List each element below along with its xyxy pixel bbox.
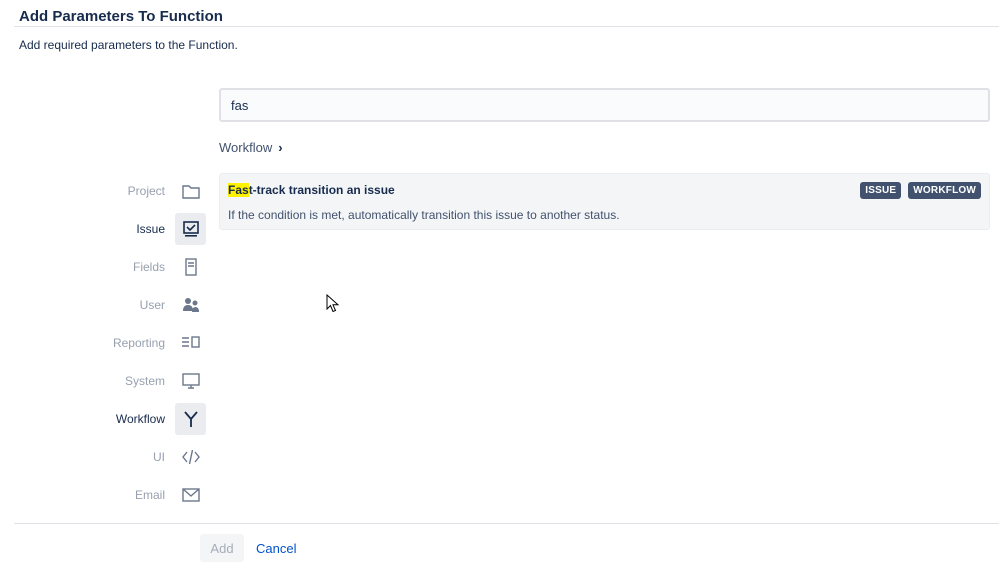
category-label: Email xyxy=(134,488,165,502)
tag-issue: ISSUE xyxy=(860,182,902,199)
category-label: System xyxy=(124,374,165,388)
category-item-ui[interactable]: UI xyxy=(80,441,206,473)
dialog-subtitle: Add required parameters to the Function. xyxy=(19,38,238,52)
footer-divider xyxy=(14,523,999,524)
result-tags: ISSUE WORKFLOW xyxy=(860,182,981,199)
search-box[interactable] xyxy=(219,88,990,122)
category-item-project[interactable]: Project xyxy=(80,175,206,207)
category-label: Workflow xyxy=(115,412,165,426)
folder-icon xyxy=(175,175,206,207)
dialog-title: Add Parameters To Function xyxy=(19,8,223,25)
category-label: User xyxy=(139,298,165,312)
breadcrumb-label[interactable]: Workflow xyxy=(219,140,272,155)
breadcrumb[interactable]: Workflow › xyxy=(219,140,283,155)
category-label: Fields xyxy=(132,260,165,274)
cancel-button[interactable]: Cancel xyxy=(252,534,300,562)
branch-icon xyxy=(175,403,206,435)
monitor-icon xyxy=(175,365,206,397)
category-item-reporting[interactable]: Reporting xyxy=(80,327,206,359)
category-label: UI xyxy=(153,450,165,464)
add-button[interactable]: Add xyxy=(200,534,244,562)
result-title-rest: t-track transition an issue xyxy=(248,183,395,197)
category-item-system[interactable]: System xyxy=(80,365,206,397)
issue-screen-icon xyxy=(175,213,206,245)
category-item-workflow[interactable]: Workflow xyxy=(80,403,206,435)
report-list-icon xyxy=(175,327,206,359)
search-match-highlight: Fas xyxy=(228,183,249,197)
result-description: If the condition is met, automatically t… xyxy=(228,208,620,222)
users-icon xyxy=(175,289,206,321)
chevron-right-icon: › xyxy=(278,140,283,155)
mouse-pointer-icon xyxy=(326,294,340,313)
title-divider xyxy=(14,26,999,27)
category-item-issue[interactable]: Issue xyxy=(80,213,206,245)
document-icon xyxy=(175,251,206,283)
category-label: Reporting xyxy=(112,336,165,350)
tag-workflow: WORKFLOW xyxy=(908,182,981,199)
category-label: Issue xyxy=(136,222,165,236)
category-item-user[interactable]: User xyxy=(80,289,206,321)
envelope-icon xyxy=(175,479,206,511)
result-card[interactable]: Fast-track transition an issue If the co… xyxy=(219,173,990,230)
result-title: Fast-track transition an issue xyxy=(228,183,395,197)
category-item-fields[interactable]: Fields xyxy=(80,251,206,283)
category-label: Project xyxy=(127,184,165,198)
category-item-email[interactable]: Email xyxy=(80,479,206,511)
code-icon xyxy=(175,441,206,473)
search-input[interactable] xyxy=(221,90,988,120)
